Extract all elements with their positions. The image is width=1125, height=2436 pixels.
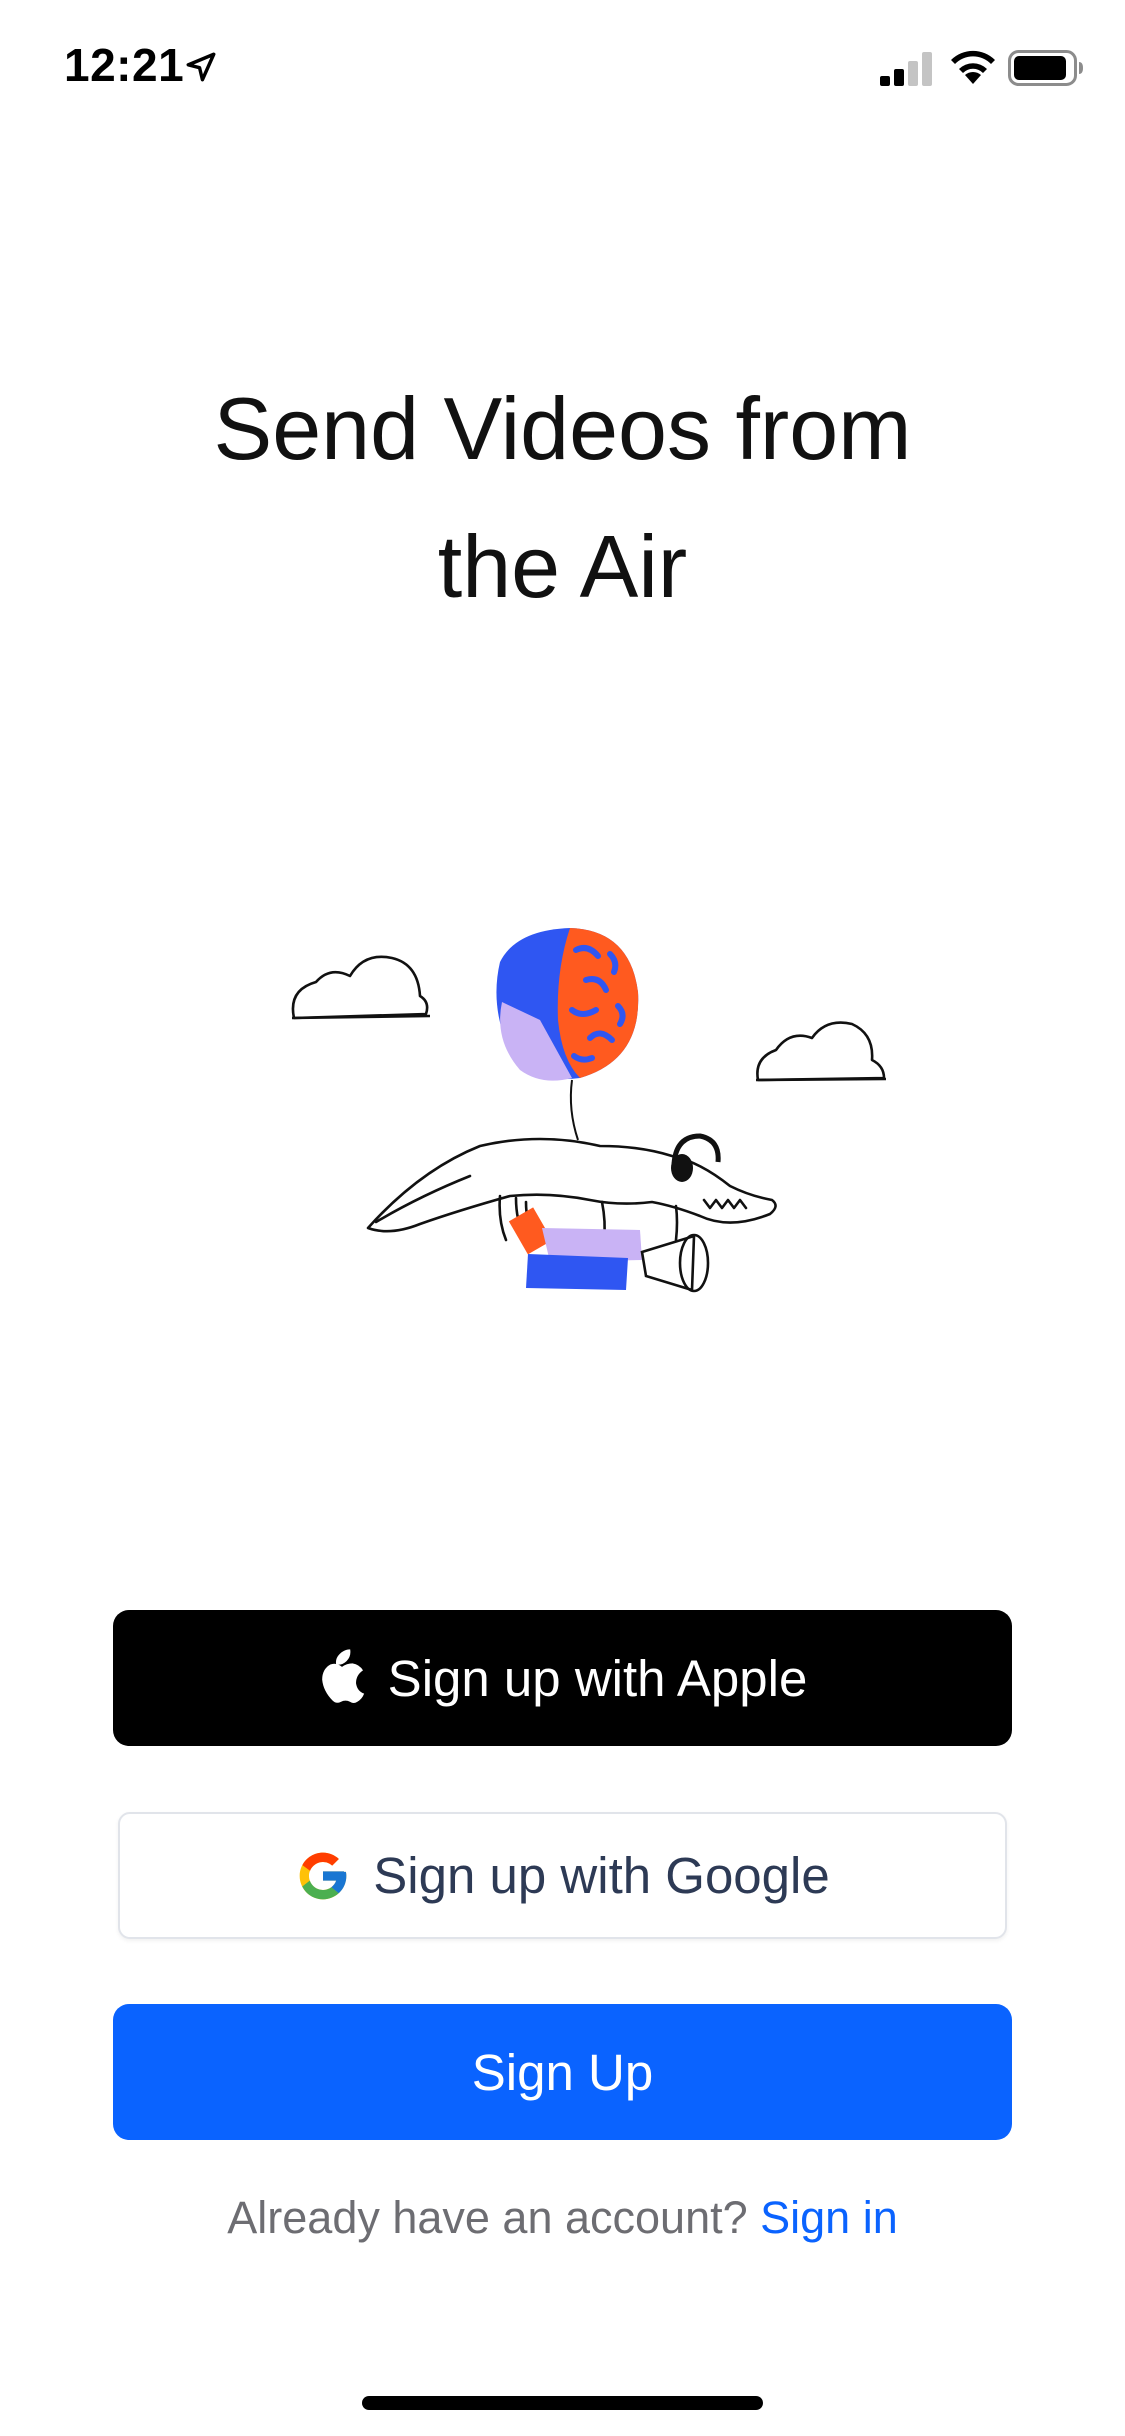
title-line-1: Send Videos from bbox=[213, 379, 912, 478]
package-icon bbox=[508, 1207, 642, 1290]
crocodile-icon bbox=[366, 1137, 777, 1242]
wifi-icon bbox=[951, 50, 995, 84]
status-time: 12:21 bbox=[64, 39, 185, 91]
headphones-icon bbox=[671, 1133, 721, 1182]
page-title: Send Videos from the Air bbox=[0, 360, 1125, 636]
balloon-icon bbox=[496, 928, 639, 1141]
title-line-2: the Air bbox=[437, 517, 688, 616]
sign-up-button[interactable]: Sign Up bbox=[113, 2004, 1012, 2140]
sign-up-with-apple-button[interactable]: Sign up with Apple bbox=[113, 1610, 1012, 1746]
status-bar: 12:21 bbox=[0, 0, 1125, 140]
home-indicator[interactable] bbox=[362, 2396, 763, 2410]
sign-up-with-google-button[interactable]: Sign up with Google bbox=[118, 1812, 1007, 1939]
cloud-right bbox=[756, 1021, 886, 1082]
apple-logo-icon bbox=[321, 1649, 364, 1703]
sign-in-question: Already have an account? bbox=[227, 2192, 748, 2243]
google-button-label: Sign up with Google bbox=[373, 1847, 830, 1904]
sign-in-link[interactable]: Sign in bbox=[760, 2192, 898, 2243]
sign-in-prompt: Already have an account? Sign in bbox=[0, 2192, 1125, 2244]
sign-up-button-label: Sign Up bbox=[471, 2043, 654, 2101]
cup-icon bbox=[640, 1233, 710, 1293]
battery-icon bbox=[1008, 50, 1083, 86]
cloud-left bbox=[291, 955, 429, 1020]
crocodile-balloon-illustration bbox=[291, 928, 887, 1293]
location-arrow-icon bbox=[186, 52, 216, 82]
apple-button-label: Sign up with Apple bbox=[387, 1649, 808, 1707]
cellular-signal-icon bbox=[880, 52, 932, 86]
google-logo-icon bbox=[299, 1852, 347, 1899]
